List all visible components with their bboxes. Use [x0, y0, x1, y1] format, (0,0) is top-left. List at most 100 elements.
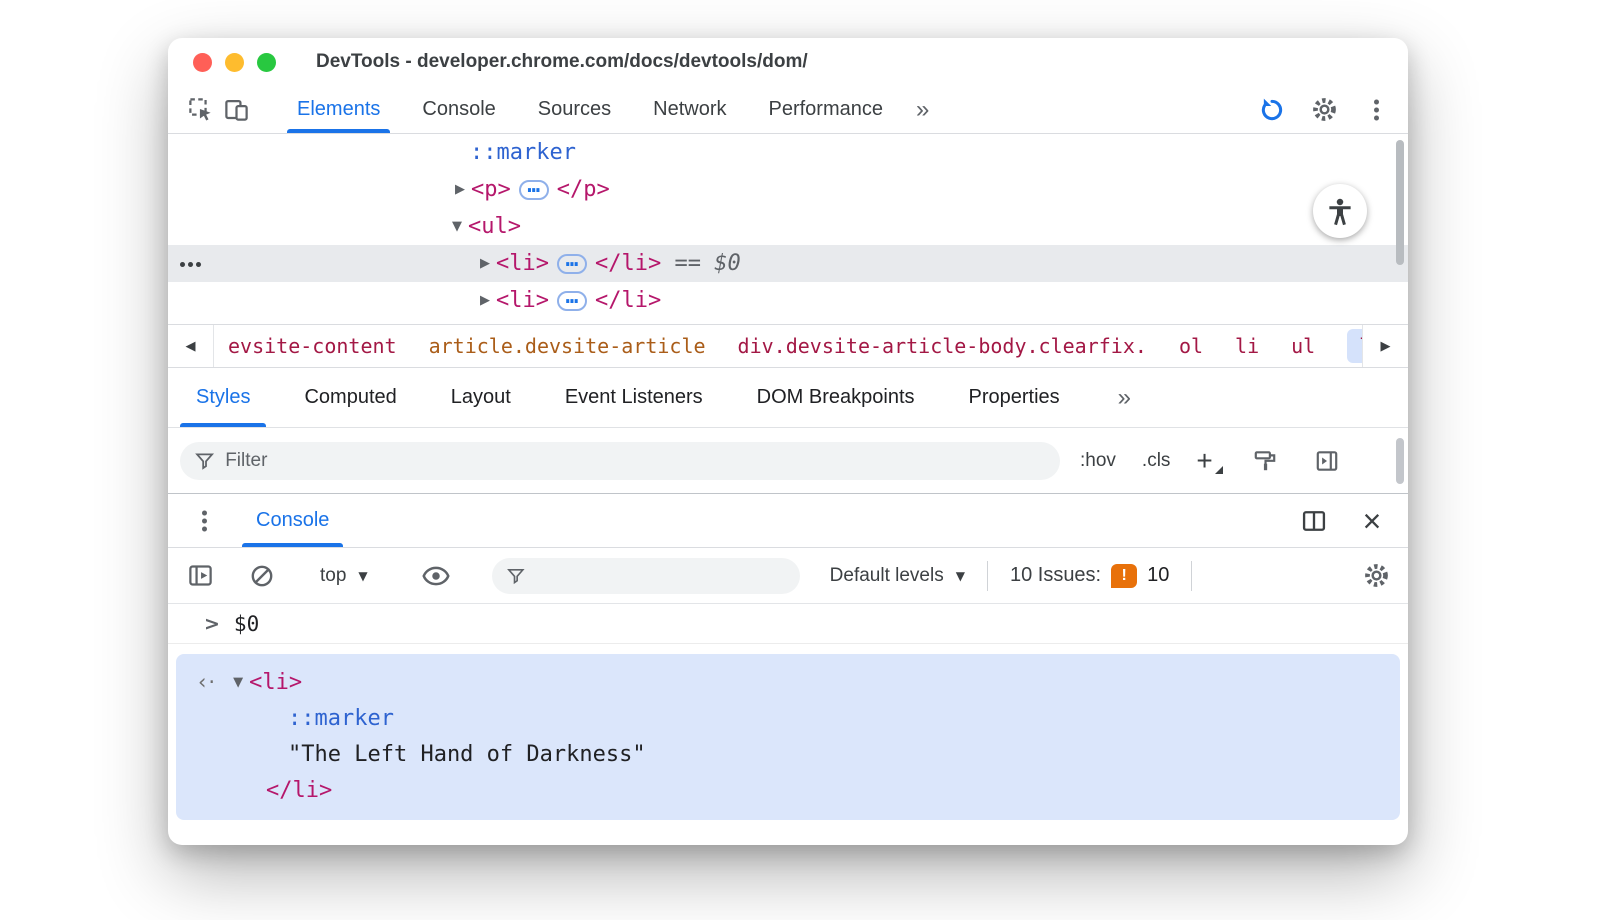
rendering-emulation-button[interactable] — [1247, 443, 1283, 479]
tab-computed[interactable]: Computed — [300, 368, 400, 427]
device-toolbar-button[interactable] — [218, 92, 254, 128]
token-pseudo: ::marker — [288, 705, 394, 731]
tab-properties[interactable]: Properties — [965, 368, 1064, 427]
vertical-scrollbar[interactable] — [1396, 140, 1404, 265]
devtools-window: DevTools - developer.chrome.com/docs/dev… — [168, 38, 1408, 845]
dom-tree-row[interactable]: ::marker — [168, 134, 1408, 171]
console-history-expression: $0 — [233, 611, 260, 636]
token-arrow: ▼ — [452, 219, 462, 234]
token-tag: <ul> — [468, 214, 521, 239]
console-messages: > $0 ‹· ▼ <li>::marker"The Left Hand of Da… — [168, 604, 1408, 845]
context-label: top — [320, 564, 347, 586]
breadcrumb-scroll-right-button[interactable]: ▶ — [1362, 325, 1408, 367]
clear-icon — [251, 565, 273, 586]
dom-tree-row[interactable]: ▶ <p> … </p> — [168, 171, 1408, 208]
prompt-chevron-icon: > — [204, 612, 220, 635]
dom-tree-row[interactable]: ▶<li>…</li> — [168, 282, 1408, 319]
styles-filter-field[interactable] — [180, 441, 1060, 480]
console-filter-field[interactable] — [491, 557, 800, 594]
tab-console-drawer[interactable]: Console — [241, 494, 344, 547]
token-ellipsis[interactable]: … — [556, 290, 587, 311]
breadcrumb-item[interactable]: ul — [1291, 334, 1315, 358]
tab-network[interactable]: Network — [647, 86, 732, 133]
log-level-label: Default levels — [829, 564, 944, 586]
breadcrumb-item[interactable]: evsite-content — [228, 334, 397, 358]
live-expression-button[interactable] — [418, 558, 454, 594]
log-level-selector[interactable]: Default levels ▼ — [830, 565, 965, 587]
tab-event-listeners[interactable]: Event Listeners — [561, 368, 707, 427]
console-history-row[interactable]: > $0 — [168, 604, 1408, 644]
element-classes-button[interactable]: .cls — [1142, 450, 1171, 472]
styles-filter-input[interactable] — [225, 449, 1046, 472]
dom-tree-row[interactable]: ▶ <li> … </li> == $0 — [168, 245, 1408, 282]
issues-label: 10 Issues: — [1009, 564, 1102, 586]
minimize-window-button[interactable] — [225, 52, 244, 72]
close-drawer-button[interactable]: × — [1354, 503, 1390, 539]
token-plain: "The Left Hand of Darkness" — [288, 741, 646, 767]
breadcrumb-item[interactable]: ol — [1179, 334, 1203, 358]
breadcrumb-item[interactable]: li — [1235, 334, 1259, 358]
breadcrumb-scroll-left-button[interactable]: ◀ — [168, 325, 214, 367]
paint-roller-icon — [1254, 450, 1276, 470]
console-result-line: </li> — [176, 772, 1400, 808]
eye-icon — [422, 566, 450, 585]
drawer-menu-button[interactable] — [186, 503, 222, 539]
console-sidebar-button[interactable] — [182, 558, 218, 594]
window-title: DevTools - developer.chrome.com/docs/dev… — [316, 51, 808, 72]
breadcrumb-list: evsite-content article.devsite-article div… — [214, 329, 1362, 363]
breadcrumb-item[interactable]: article.devsite-article — [429, 334, 706, 358]
console-result-line: ‹· ▼ <li> — [176, 664, 1400, 700]
chevron-right-icon: ▶ — [1380, 338, 1391, 354]
console-filter-input[interactable] — [535, 565, 786, 586]
split-panel-icon — [1302, 510, 1326, 531]
gear-icon — [1364, 564, 1388, 587]
styles-panel-tabs: Styles Computed Layout Event Listeners DOM B… — [168, 368, 1408, 428]
token-tag: <p> — [471, 177, 511, 202]
issues-counter-button[interactable]: 10 Issues: ! 10 — [1009, 563, 1170, 588]
more-styles-tabs-button[interactable]: » — [1112, 384, 1137, 412]
dom-tree-row[interactable]: ▶<li>…</li> — [168, 319, 1408, 324]
console-settings-button[interactable] — [1358, 558, 1394, 594]
console-result-line: ::marker — [176, 700, 1400, 736]
new-style-rule-button[interactable]: + — [1196, 446, 1224, 475]
token-tag: </p> — [556, 177, 610, 202]
breadcrumb-item[interactable]: div.devsite-article-body.clearfix. — [738, 334, 1147, 358]
accessibility-fab-button[interactable] — [1313, 184, 1367, 238]
fullscreen-window-button[interactable] — [257, 52, 276, 72]
filter-funnel-icon — [506, 568, 525, 584]
token-meta: == — [661, 251, 715, 276]
settings-button[interactable] — [1306, 92, 1342, 128]
breadcrumb-item[interactable]: li — [1347, 329, 1362, 363]
issues-count: 10 — [1147, 564, 1170, 586]
close-window-button[interactable] — [193, 52, 212, 72]
devtools-main-toolbar: Elements Console Sources Network Performance… — [168, 86, 1408, 134]
token-tag: </li> — [266, 777, 333, 803]
main-menu-button[interactable] — [1358, 92, 1394, 128]
sync-button[interactable] — [1254, 92, 1290, 128]
toggle-element-state-button[interactable]: :hov — [1080, 450, 1116, 472]
tab-layout[interactable]: Layout — [447, 368, 515, 427]
tab-console[interactable]: Console — [416, 86, 501, 133]
tab-sources[interactable]: Sources — [532, 86, 617, 133]
dock-sidebar-button[interactable] — [1309, 443, 1345, 479]
inspect-element-button[interactable] — [182, 92, 218, 128]
toolbar-right-actions — [1254, 92, 1394, 128]
vertical-scrollbar[interactable] — [1396, 438, 1404, 484]
dom-tree-row[interactable]: ▼ <ul> — [168, 208, 1408, 245]
token-pseudo: ::marker — [470, 140, 576, 165]
tab-styles[interactable]: Styles — [179, 368, 268, 427]
console-toolbar: top ▼ Default levels ▼ 10 Issues: ! 10 — [168, 548, 1408, 604]
kebab-menu-icon — [1373, 97, 1379, 122]
gear-icon — [1312, 98, 1336, 121]
tab-dom-breakpoints[interactable]: DOM Breakpoints — [753, 368, 919, 427]
token-ellipsis[interactable]: … — [556, 253, 587, 274]
tab-performance[interactable]: Performance — [763, 86, 890, 133]
token-ellipsis[interactable]: … — [518, 179, 549, 200]
overflow-menu-icon[interactable] — [180, 261, 204, 267]
execution-context-selector[interactable]: top ▼ — [320, 565, 368, 587]
clear-console-button[interactable] — [244, 558, 280, 594]
split-panel-button[interactable] — [1296, 503, 1332, 539]
tab-elements[interactable]: Elements — [286, 86, 391, 133]
console-result-block[interactable]: ‹· ▼ <li>::marker"The Left Hand of Darknes… — [176, 654, 1400, 820]
more-panels-button[interactable]: » — [910, 96, 935, 124]
